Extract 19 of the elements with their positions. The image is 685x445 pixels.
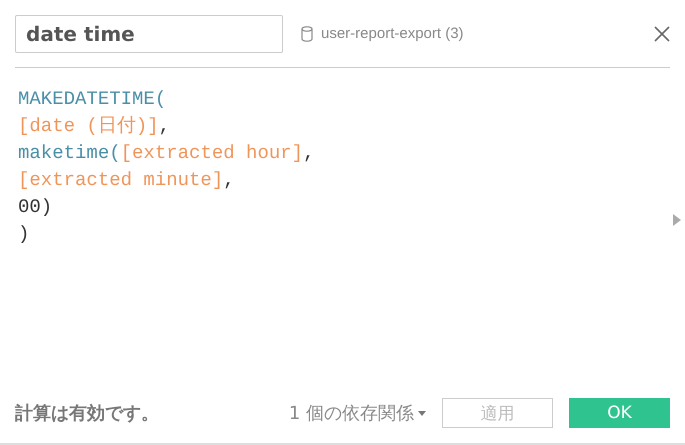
code-token: [extracted hour] [120, 142, 304, 164]
code-token: ) [18, 223, 30, 245]
database-icon [301, 26, 313, 42]
datasource-label: user-report-export (3) [321, 25, 464, 42]
code-token: MAKEDATETIME( [18, 88, 166, 110]
status-message: 計算は有効です。 [15, 402, 159, 425]
code-token: , [158, 115, 170, 137]
ok-button[interactable]: OK [569, 398, 670, 428]
name-field[interactable]: date time [15, 14, 283, 52]
close-icon[interactable] [654, 26, 670, 42]
code-token: 00) [18, 196, 52, 218]
code-editor[interactable]: MAKEDATETIME( [date (日付)], maketime([extracted hour], [extracted minute], 00) ) [0, 68, 685, 397]
code-token: [extracted minute] [18, 169, 224, 191]
code-token: maketime( [18, 142, 121, 164]
dependencies-dropdown[interactable]: 1 個の依存関係 [288, 401, 426, 425]
code-token: , [223, 169, 235, 191]
code-token: , [303, 142, 314, 164]
code-token: [date (日付)] [18, 115, 159, 137]
caret-icon [418, 410, 426, 416]
